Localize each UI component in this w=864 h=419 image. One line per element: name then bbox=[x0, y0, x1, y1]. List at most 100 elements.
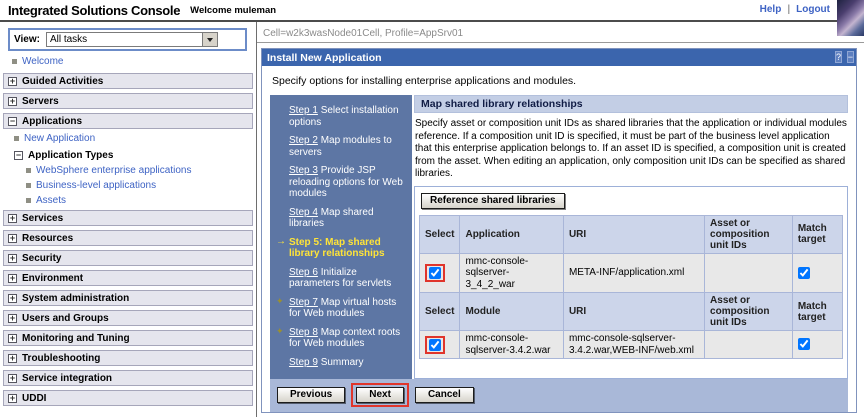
bullet-icon bbox=[26, 198, 31, 203]
current-step-arrow-icon: → bbox=[276, 235, 286, 247]
section-label: Security bbox=[22, 252, 62, 264]
sidebar-section-uddi[interactable]: + UDDI bbox=[3, 390, 253, 406]
welcome-link[interactable]: Welcome bbox=[22, 56, 64, 67]
wizard-step-4: Step 4 Map shared libraries bbox=[276, 207, 407, 230]
collapse-icon[interactable]: − bbox=[8, 116, 17, 126]
column-header-select: Select bbox=[418, 292, 461, 331]
module-match-target-checkbox[interactable] bbox=[797, 338, 810, 351]
wizard-step-7: ✦ Step 7 Map virtual hosts for Web modul… bbox=[276, 296, 407, 320]
step-star-icon: ✦ bbox=[276, 325, 284, 336]
application-name-cell: mmc-console-sqlserver-3_4_2_war bbox=[459, 252, 564, 293]
expand-icon[interactable]: + bbox=[8, 273, 17, 283]
column-header-application: Application bbox=[459, 214, 564, 254]
section-label: Resources bbox=[22, 232, 74, 244]
module-select-checkbox[interactable] bbox=[429, 338, 441, 351]
bullet-icon bbox=[26, 168, 31, 173]
column-header-uri: URI bbox=[562, 292, 706, 331]
column-header-uri: URI bbox=[562, 214, 706, 254]
sidebar-section-environment[interactable]: + Environment bbox=[3, 270, 253, 286]
step-2-link[interactable]: Step 2 bbox=[289, 135, 318, 146]
step-7-link[interactable]: Step 7 bbox=[289, 297, 318, 308]
sidebar-section-security[interactable]: + Security bbox=[3, 250, 253, 266]
step-6-link[interactable]: Step 6 bbox=[289, 267, 318, 278]
sidebar-item-welcome[interactable]: Welcome bbox=[12, 56, 256, 67]
expand-icon[interactable]: + bbox=[8, 76, 17, 86]
panel-title: Install New Application bbox=[267, 51, 382, 64]
step-text: Summary bbox=[320, 356, 364, 368]
expand-icon[interactable]: + bbox=[8, 233, 17, 243]
panel-body: Specify options for installing enterpris… bbox=[262, 66, 856, 412]
sidebar-group-application-types[interactable]: − Application Types bbox=[14, 150, 256, 161]
application-match-target-cell bbox=[791, 252, 844, 293]
sidebar-section-troubleshooting[interactable]: + Troubleshooting bbox=[3, 350, 253, 366]
step-3-link[interactable]: Step 3 bbox=[289, 165, 318, 176]
expand-icon[interactable]: + bbox=[8, 253, 17, 263]
sidebar-section-system-administration[interactable]: + System administration bbox=[3, 290, 253, 306]
section-description: Specify asset or composition unit IDs as… bbox=[415, 118, 847, 179]
panel-titlebar: Install New Application ? − bbox=[262, 49, 856, 66]
expand-icon[interactable]: + bbox=[8, 313, 17, 323]
column-header-match-target: Match target bbox=[791, 292, 844, 331]
logout-link[interactable]: Logout bbox=[796, 4, 830, 15]
sidebar-item-business-level-applications[interactable]: Business-level applications bbox=[26, 180, 256, 191]
sidebar-item-websphere-enterprise-applications[interactable]: WebSphere enterprise applications bbox=[26, 165, 256, 176]
sidebar-section-service-integration[interactable]: + Service integration bbox=[3, 370, 253, 386]
view-label: View: bbox=[14, 34, 40, 45]
sidebar-section-monitoring-and-tuning[interactable]: + Monitoring and Tuning bbox=[3, 330, 253, 346]
collapse-icon[interactable]: − bbox=[14, 151, 23, 160]
panel-minimize-button[interactable]: − bbox=[846, 51, 854, 63]
application-match-target-checkbox[interactable] bbox=[797, 266, 810, 279]
shared-library-table: Select Application URI Asset or composit… bbox=[418, 214, 844, 359]
next-button[interactable]: Next bbox=[356, 387, 404, 403]
module-row: mmc-console-sqlserver-3.4.2.war mmc-cons… bbox=[418, 330, 844, 359]
step-9-link[interactable]: Step 9 bbox=[289, 357, 318, 368]
sidebar-section-servers[interactable]: + Servers bbox=[3, 93, 253, 109]
cancel-button[interactable]: Cancel bbox=[414, 387, 474, 403]
column-header-asset-ids: Asset or composition unit IDs bbox=[704, 292, 793, 331]
assets-link[interactable]: Assets bbox=[36, 195, 66, 206]
chevron-down-icon[interactable] bbox=[201, 33, 217, 46]
application-asset-ids-cell bbox=[704, 252, 793, 293]
application-row: mmc-console-sqlserver-3_4_2_war META-INF… bbox=[418, 252, 844, 293]
sidebar-item-assets[interactable]: Assets bbox=[26, 195, 256, 206]
step-8-link[interactable]: Step 8 bbox=[289, 327, 318, 338]
expand-icon[interactable]: + bbox=[8, 373, 17, 383]
websphere-enterprise-applications-link[interactable]: WebSphere enterprise applications bbox=[36, 165, 191, 176]
column-header-match-target: Match target bbox=[791, 214, 844, 254]
expand-icon[interactable]: + bbox=[8, 333, 17, 343]
reference-shared-libraries-button[interactable]: Reference shared libraries bbox=[421, 192, 565, 209]
sidebar-section-applications[interactable]: − Applications bbox=[3, 113, 253, 129]
sidebar-section-guided-activities[interactable]: + Guided Activities bbox=[3, 73, 253, 89]
section-label: Troubleshooting bbox=[22, 352, 101, 364]
previous-button[interactable]: Previous bbox=[277, 387, 346, 403]
expand-icon[interactable]: + bbox=[8, 213, 17, 223]
section-label: Users and Groups bbox=[22, 312, 109, 324]
step-1-link[interactable]: Step 1 bbox=[289, 105, 318, 116]
sidebar-section-services[interactable]: + Services bbox=[3, 210, 253, 226]
view-select[interactable]: All tasks bbox=[45, 32, 218, 47]
expand-icon[interactable]: + bbox=[8, 353, 17, 363]
top-banner: Integrated Solutions Console Welcome mul… bbox=[0, 0, 864, 36]
expand-icon[interactable]: + bbox=[8, 96, 17, 106]
section-label: Servers bbox=[22, 95, 59, 107]
wizard-step-2: Step 2 Map modules to servers bbox=[276, 135, 407, 158]
welcome-user-text: Welcome muleman bbox=[190, 4, 277, 16]
help-link[interactable]: Help bbox=[760, 4, 782, 15]
wizard-steps: Step 1 Select installation options Step … bbox=[270, 95, 412, 379]
module-match-target-cell bbox=[791, 330, 844, 359]
sidebar-section-resources[interactable]: + Resources bbox=[3, 230, 253, 246]
new-application-link[interactable]: New Application bbox=[24, 133, 95, 144]
divider: | bbox=[787, 4, 791, 15]
business-level-applications-link[interactable]: Business-level applications bbox=[36, 180, 156, 191]
expand-icon[interactable]: + bbox=[8, 293, 17, 303]
wizard-step-3: Step 3 Provide JSP reloading options for… bbox=[276, 165, 407, 200]
expand-icon[interactable]: + bbox=[8, 393, 17, 403]
sidebar-item-new-application[interactable]: New Application bbox=[14, 133, 256, 144]
step-4-link[interactable]: Step 4 bbox=[289, 207, 318, 218]
sidebar-section-users-and-groups[interactable]: + Users and Groups bbox=[3, 310, 253, 326]
breadcrumb: Cell=w2k3wasNode01Cell, Profile=AppSrv01 bbox=[257, 22, 864, 43]
main-content: Cell=w2k3wasNode01Cell, Profile=AppSrv01… bbox=[257, 22, 864, 417]
panel-help-button[interactable]: ? bbox=[834, 51, 842, 63]
application-select-checkbox[interactable] bbox=[429, 266, 441, 279]
annotation-box-application-checkbox bbox=[425, 263, 445, 282]
